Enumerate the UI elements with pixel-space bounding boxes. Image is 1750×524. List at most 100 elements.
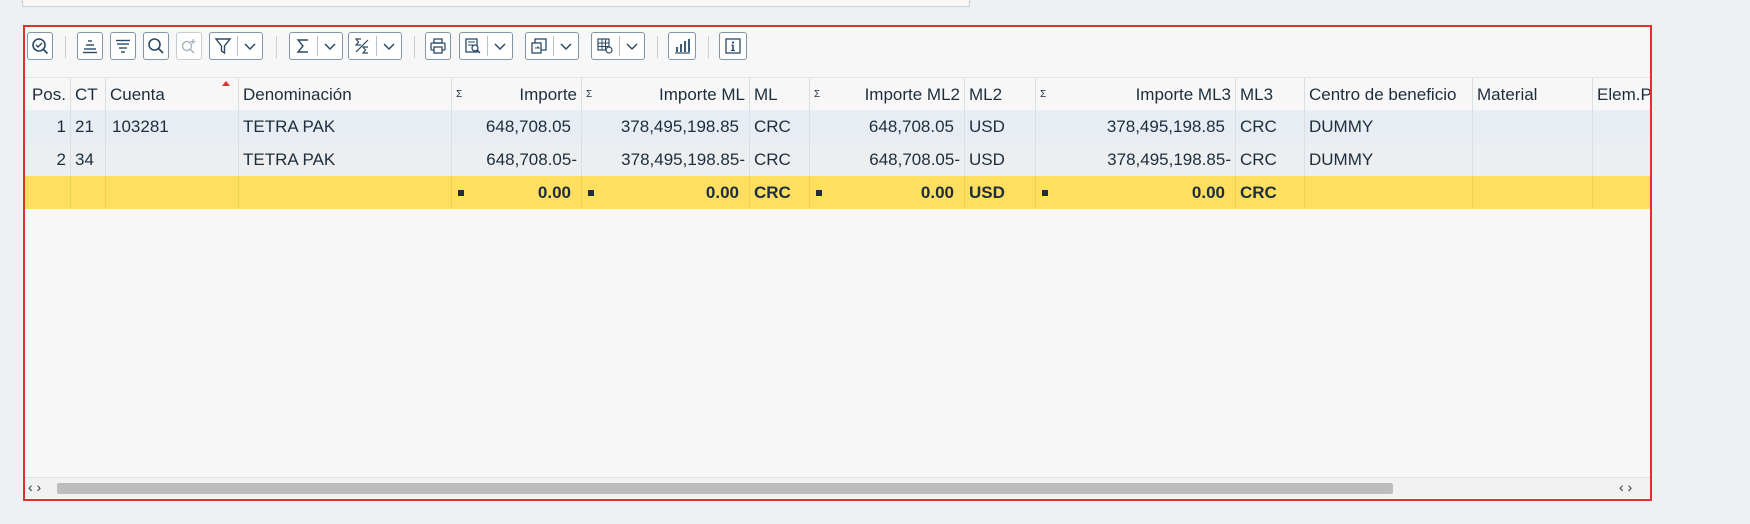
cell-importe-ml2[interactable]: 648,708.05: [810, 110, 965, 143]
toolbar-separator: [708, 36, 709, 58]
header-ct[interactable]: CT: [71, 78, 106, 111]
cell-material[interactable]: [1473, 143, 1593, 176]
total-ml3[interactable]: CRC: [1236, 176, 1305, 209]
cell-importe-ml3[interactable]: 378,495,198.85-: [1036, 143, 1236, 176]
total-importe-ml-value: 0.00: [705, 183, 739, 202]
cell-ml[interactable]: CRC: [750, 143, 810, 176]
cell-denominacion[interactable]: TETRA PAK: [239, 110, 452, 143]
total-row[interactable]: 0.00 0.00 CRC 0.00 USD 0.00 CRC: [25, 176, 1650, 209]
cell-ct: [71, 176, 106, 209]
horizontal-scrollbar[interactable]: ‹ › ‹ ›: [25, 477, 1650, 498]
sort-descending-button[interactable]: [110, 32, 136, 60]
alv-grid-container: Pos. CT Cuenta Denominación Σ Importe Σ Im…: [23, 25, 1652, 501]
cell-importe-ml[interactable]: 378,495,198.85: [582, 110, 750, 143]
cell-centro-beneficio[interactable]: DUMMY: [1305, 110, 1473, 143]
cell-pos: [25, 176, 71, 209]
chart-icon: [675, 39, 690, 54]
cell-ct[interactable]: 34: [71, 143, 106, 176]
cell-elem[interactable]: [1593, 143, 1650, 176]
table-row[interactable]: 2 34 TETRA PAK 648,708.05- 378,495,198.8…: [25, 143, 1650, 177]
header-importe[interactable]: Σ Importe: [452, 78, 582, 111]
cell-ml2[interactable]: USD: [965, 110, 1036, 143]
header-importe-ml-label: Importe ML: [659, 85, 745, 104]
details-button[interactable]: [27, 32, 53, 60]
header-denominacion[interactable]: Denominación: [239, 78, 452, 111]
total-importe-ml2[interactable]: 0.00: [810, 176, 965, 209]
cell-material[interactable]: [1473, 110, 1593, 143]
header-cuenta-label: Cuenta: [110, 85, 165, 104]
cell-ml3[interactable]: CRC: [1236, 110, 1305, 143]
header-ml[interactable]: ML: [750, 78, 810, 111]
total-importe[interactable]: 0.00: [452, 176, 582, 209]
cell-importe[interactable]: 648,708.05: [452, 110, 582, 143]
chart-button[interactable]: [668, 32, 696, 60]
sort-ascending-icon: [83, 40, 97, 54]
export-button[interactable]: [525, 32, 579, 60]
toolbar-separator: [276, 36, 277, 58]
sum-icon: Σ: [586, 89, 593, 100]
cell-denominacion[interactable]: TETRA PAK: [239, 143, 452, 176]
cell-importe-ml2[interactable]: 648,708.05-: [810, 143, 965, 176]
header-ml2[interactable]: ML2: [965, 78, 1036, 111]
toolbar-separator: [414, 36, 415, 58]
scroll-right-arrows-icon[interactable]: ‹ ›: [1619, 479, 1632, 495]
sort-indicator-icon: [222, 81, 230, 86]
cell-centro-beneficio[interactable]: DUMMY: [1305, 143, 1473, 176]
cell-ml[interactable]: CRC: [750, 110, 810, 143]
cell-cuenta[interactable]: [106, 143, 239, 176]
chevron-down-icon: [383, 43, 395, 51]
total-importe-ml3[interactable]: 0.00: [1036, 176, 1236, 209]
find-next-icon: [181, 39, 196, 54]
cell-elem: [1593, 176, 1650, 209]
cell-material: [1473, 176, 1593, 209]
scrollbar-thumb[interactable]: [57, 483, 1393, 494]
view-button[interactable]: [459, 32, 513, 60]
scroll-left-arrows-icon[interactable]: ‹ ›: [28, 479, 41, 495]
cell-importe-ml3[interactable]: 378,495,198.85: [1036, 110, 1236, 143]
filter-button[interactable]: [209, 32, 263, 60]
header-elem[interactable]: Elem.P: [1593, 78, 1650, 111]
layout-button[interactable]: [591, 32, 645, 60]
toolbar-separator: [657, 36, 658, 58]
subtotal-button[interactable]: [348, 32, 402, 60]
total-ml[interactable]: CRC: [750, 176, 810, 209]
total-importe-ml3-value: 0.00: [1191, 183, 1225, 202]
total-importe-ml[interactable]: 0.00: [582, 176, 750, 209]
header-importe-ml[interactable]: Σ Importe ML: [582, 78, 750, 111]
find-button[interactable]: [143, 32, 169, 60]
sort-ascending-button[interactable]: [77, 32, 103, 60]
cell-cuenta[interactable]: 103281: [106, 110, 239, 143]
header-cuenta[interactable]: Cuenta: [106, 78, 239, 111]
total-ml2[interactable]: USD: [965, 176, 1036, 209]
info-button[interactable]: [719, 32, 747, 60]
cell-pos[interactable]: 1: [25, 110, 71, 143]
layout-icon: [597, 38, 613, 54]
header-importe-ml2[interactable]: Σ Importe ML2: [810, 78, 965, 111]
find-next-button[interactable]: [176, 32, 202, 60]
toolbar-separator: [65, 36, 66, 58]
cell-ct[interactable]: 21: [71, 110, 106, 143]
total-icon: [296, 39, 308, 53]
header-ml3[interactable]: ML3: [1236, 78, 1305, 111]
print-button[interactable]: [425, 32, 451, 60]
cell-importe-ml[interactable]: 378,495,198.85-: [582, 143, 750, 176]
total-button[interactable]: [289, 32, 343, 60]
header-importe-label: Importe: [519, 85, 577, 104]
cell-elem[interactable]: [1593, 110, 1650, 143]
info-icon: [725, 38, 741, 54]
header-importe-ml3[interactable]: Σ Importe ML3: [1036, 78, 1236, 111]
header-pos[interactable]: Pos.: [25, 78, 71, 111]
cell-pos[interactable]: 2: [25, 143, 71, 176]
table-row[interactable]: 1 21 103281 TETRA PAK 648,708.05 378,495…: [25, 110, 1650, 144]
total-importe-value: 0.00: [537, 183, 571, 202]
header-material[interactable]: Material: [1473, 78, 1593, 111]
top-input-field[interactable]: [22, 0, 970, 7]
header-centro-beneficio[interactable]: Centro de beneficio: [1305, 78, 1473, 111]
cell-ml2[interactable]: USD: [965, 143, 1036, 176]
grid-toolbar: [25, 27, 1650, 78]
cell-ml3[interactable]: CRC: [1236, 143, 1305, 176]
cell-importe[interactable]: 648,708.05-: [452, 143, 582, 176]
find-icon: [148, 38, 164, 54]
chevron-down-icon: [324, 43, 336, 51]
total-marker-icon: [458, 190, 464, 196]
